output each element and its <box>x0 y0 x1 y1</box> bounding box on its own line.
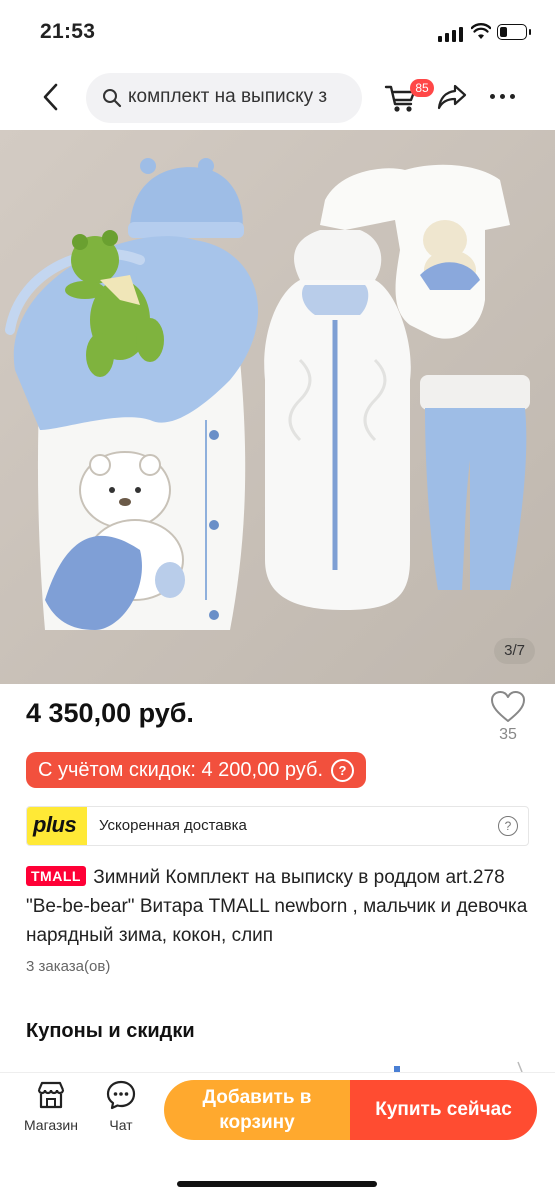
more-icon[interactable] <box>488 92 518 102</box>
status-time: 21:53 <box>40 20 96 43</box>
coupon-decoration <box>394 1061 523 1072</box>
help-icon: ? <box>331 758 355 782</box>
plus-delivery-row[interactable]: plus Ускоренная доставка ? <box>26 806 529 846</box>
heart-icon <box>491 691 525 722</box>
coupons-section-title: Купоны и скидки <box>26 1020 195 1042</box>
plus-delivery-text: Ускоренная доставка <box>99 817 247 834</box>
price-row: 4 350,00 руб. 35 <box>0 684 555 744</box>
home-indicator <box>177 1181 377 1187</box>
top-nav: комплект на выписку з 85 <box>0 66 555 128</box>
plus-logo: plus <box>27 807 87 845</box>
search-icon <box>103 89 122 108</box>
chat-label: Чат <box>109 1117 133 1133</box>
search-query: комплект на выписку з <box>128 86 328 107</box>
back-button[interactable] <box>34 78 68 116</box>
chevron-left-icon <box>43 83 58 111</box>
product-title-text: Зимний Комплект на выписку в роддом art.… <box>26 867 528 946</box>
purchase-actions: Добавить в корзину Купить сейчас <box>164 1080 537 1140</box>
discount-price-pill[interactable]: С учётом скидок: 4 200,00 руб. ? <box>26 752 367 788</box>
tmall-badge: TMALL <box>26 866 86 886</box>
product-photo <box>0 130 555 684</box>
store-icon <box>37 1081 65 1109</box>
chat-button[interactable]: Чат <box>86 1079 156 1143</box>
favorite-button[interactable] <box>490 690 526 724</box>
product-title: TMALL Зимний Комплект на выписку в роддо… <box>26 863 536 950</box>
store-label: Магазин <box>23 1117 78 1133</box>
chat-icon <box>106 1080 136 1110</box>
signal-icon <box>438 26 464 42</box>
wifi-icon <box>470 23 492 41</box>
status-bar: 21:53 <box>0 0 555 66</box>
share-icon <box>437 84 467 110</box>
cart-count-badge: 85 <box>410 79 434 97</box>
product-image-gallery[interactable]: 3/7 <box>0 130 555 684</box>
discount-label: С учётом скидок: 4 200,00 руб. <box>38 759 324 781</box>
store-button[interactable]: Магазин <box>16 1079 86 1143</box>
image-page-indicator: 3/7 <box>494 638 535 664</box>
buy-now-button[interactable]: Купить сейчас <box>350 1080 537 1140</box>
share-button[interactable] <box>436 83 468 111</box>
product-price: 4 350,00 руб. <box>26 698 194 728</box>
battery-icon <box>497 24 531 40</box>
search-bar[interactable]: комплект на выписку з <box>86 73 362 123</box>
battery-level <box>500 27 507 37</box>
orders-count: 3 заказа(ов) <box>26 958 111 975</box>
favorites-count: 35 <box>499 726 517 743</box>
add-to-cart-button[interactable]: Добавить в корзину <box>164 1080 350 1140</box>
help-icon[interactable]: ? <box>498 816 518 836</box>
